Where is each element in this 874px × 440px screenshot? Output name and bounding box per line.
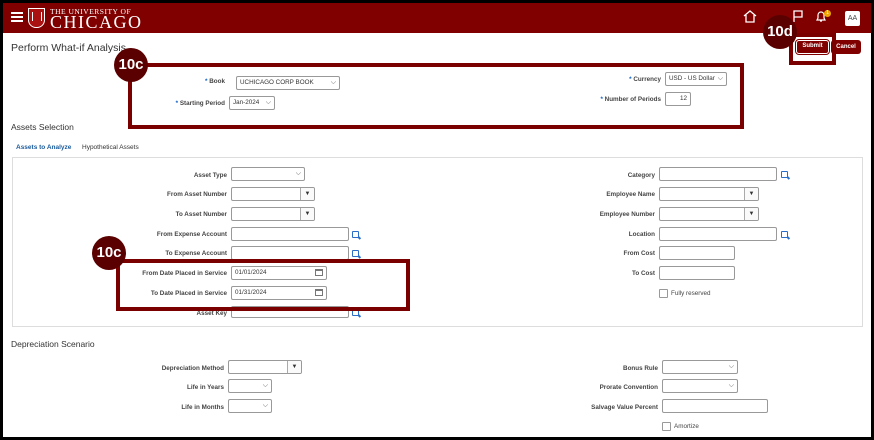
callout-box-top-form [128,63,744,129]
location-label: Location [628,231,655,238]
to-expense-account-input[interactable] [231,246,349,260]
fully-reserved-checkbox[interactable] [659,289,668,298]
to-asset-number-input[interactable]: ▼ [231,207,315,221]
university-crest-logo [28,8,45,28]
notification-badge: 1 [824,10,831,17]
asset-key-label: Asset Key [196,310,227,317]
employee-name-label: Employee Name [606,191,655,198]
employee-number-label: Employee Number [599,211,655,218]
logo-big-text: CHICAGO [50,12,143,32]
from-expense-account-input[interactable] [231,227,349,241]
page-title: Perform What-if Analysis [11,42,126,54]
bonus-rule-label: Bonus Rule [623,365,658,372]
top-bar: THE UNIVERSITY OF CHICAGO 1 AA [3,3,871,33]
user-avatar[interactable]: AA [845,11,860,26]
life-in-months-select[interactable]: ⌵ [228,399,272,413]
search-icon[interactable] [781,231,790,240]
from-expense-account-label: From Expense Account [156,231,227,238]
to-asset-number-label: To Asset Number [175,211,227,218]
callout-badge-10c-top: 10c [114,48,148,82]
depreciation-method-label: Depreciation Method [161,365,224,372]
category-label: Category [627,172,655,179]
amortize-checkbox[interactable] [662,422,671,431]
from-cost-input[interactable] [659,246,735,260]
assets-selection-title: Assets Selection [11,122,74,132]
tab-assets-to-analyze[interactable]: Assets to Analyze [16,144,71,151]
from-cost-label: From Cost [623,250,656,257]
location-input[interactable] [659,227,777,241]
prorate-convention-select[interactable]: ⌵ [662,379,738,393]
callout-box-submit [789,33,836,65]
life-in-months-label: Life in Months [181,404,224,411]
life-in-years-label: Life in Years [187,384,224,391]
employee-name-input[interactable]: ▼ [659,187,759,201]
callout-box-date-fields [116,259,410,311]
depreciation-scenario-title: Depreciation Scenario [11,339,95,349]
search-icon[interactable] [352,250,361,259]
salvage-value-percent-label: Salvage Value Percent [591,404,658,411]
asset-type-select[interactable]: ⌵ [231,167,305,181]
bonus-rule-select[interactable]: ⌵ [662,360,738,374]
employee-number-input[interactable]: ▼ [659,207,759,221]
salvage-value-percent-input[interactable] [662,399,768,413]
home-icon[interactable] [743,10,757,26]
app-window: THE UNIVERSITY OF CHICAGO 1 AA Perform W… [3,3,871,437]
asset-type-label: Asset Type [193,172,227,179]
category-input[interactable] [659,167,777,181]
from-asset-number-input[interactable]: ▼ [231,187,315,201]
search-icon[interactable] [781,171,790,180]
depreciation-method-input[interactable]: ▼ [228,360,302,374]
callout-badge-10c-dates: 10c [92,236,126,270]
amortize-label: Amortize [674,423,699,430]
life-in-years-select[interactable]: ⌵ [228,379,272,393]
callout-badge-10d: 10d [763,15,797,49]
fully-reserved-label: Fully reserved [671,290,711,297]
tab-hypothetical-assets[interactable]: Hypothetical Assets [82,144,139,151]
prorate-convention-label: Prorate Convention [599,384,658,391]
from-asset-number-label: From Asset Number [167,191,227,198]
to-cost-label: To Cost [632,270,655,277]
menu-icon[interactable] [11,12,23,22]
search-icon[interactable] [352,231,361,240]
to-cost-input[interactable] [659,266,735,280]
